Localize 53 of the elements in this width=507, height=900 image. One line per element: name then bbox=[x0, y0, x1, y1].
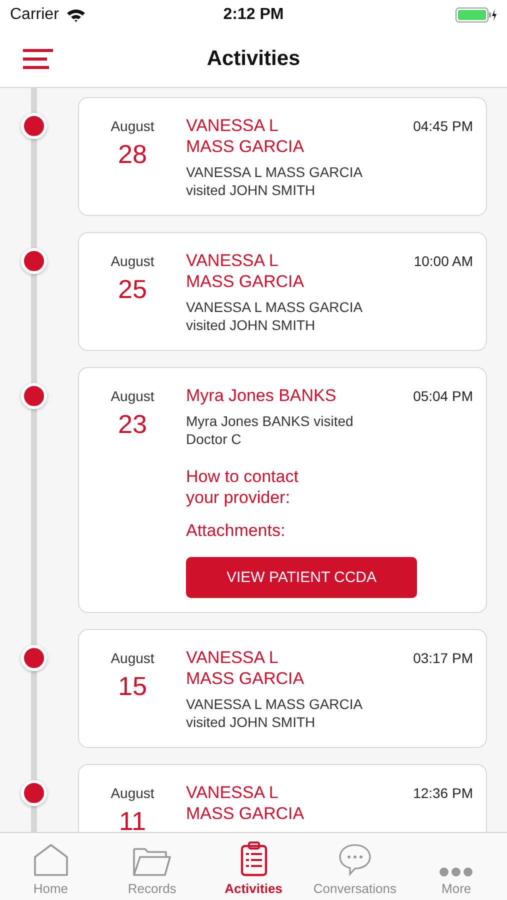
patient-name: VANESSA L MASS GARCIA bbox=[186, 782, 304, 824]
more-icon bbox=[439, 867, 474, 877]
date-day: 15 bbox=[118, 671, 147, 702]
timeline-dot bbox=[21, 780, 47, 806]
date-month: August bbox=[110, 650, 154, 666]
attachments-heading: Attachments: bbox=[186, 520, 286, 541]
chat-icon bbox=[338, 843, 372, 877]
tab-item[interactable]: Activities bbox=[202, 833, 304, 900]
patient-name: VANESSA L MASS GARCIA bbox=[186, 115, 304, 157]
date-day: 11 bbox=[119, 806, 146, 832]
folder-icon bbox=[132, 845, 172, 877]
patient-name: VANESSA L MASS GARCIA bbox=[186, 647, 304, 689]
view-ccda-button[interactable]: VIEW PATIENT CCDA bbox=[186, 557, 417, 598]
activity-card[interactable]: August 28 VANESSA L MASS GARCIA 04:45 PM VANESSA L MASS GARCIA visited JOHN SMITH bbox=[78, 97, 487, 216]
activity-card[interactable]: August 25 VANESSA L MASS GARCIA 10:00 AM VANESSA L MASS GARCIA visited JOHN SMITH bbox=[78, 232, 487, 351]
timeline-dot bbox=[21, 645, 47, 671]
patient-name: VANESSA L MASS GARCIA bbox=[186, 250, 304, 292]
carrier-name: Carrier bbox=[10, 6, 59, 24]
activity-time: 03:17 PM bbox=[413, 650, 473, 666]
clipboard-icon bbox=[240, 841, 268, 877]
activity-card[interactable]: August 23 Myra Jones BANKS 05:04 PM Myra Jones BANKS visited Doctor C How to contact your provider: Attachments: VIEW PATIENT CCDA bbox=[78, 367, 487, 613]
timeline-dot bbox=[21, 248, 47, 274]
date-month: August bbox=[110, 118, 154, 134]
activity-card[interactable]: August 11 VANESSA L MASS GARCIA 12:36 PM bbox=[78, 764, 487, 832]
timeline-dot bbox=[21, 383, 47, 409]
tab-item[interactable]: Records bbox=[101, 833, 203, 900]
battery-icon bbox=[455, 7, 497, 23]
contact-heading: How to contact your provider: bbox=[186, 466, 300, 508]
tab-item[interactable]: Home bbox=[0, 833, 102, 900]
timeline-dot bbox=[21, 113, 47, 139]
page-title: Activities bbox=[206, 46, 300, 70]
home-icon bbox=[32, 843, 69, 877]
date-day: 23 bbox=[118, 409, 147, 440]
activity-card[interactable]: August 15 VANESSA L MASS GARCIA 03:17 PM VANESSA L MASS GARCIA visited JOHN SMITH bbox=[78, 629, 487, 748]
tab-item[interactable]: Conversations bbox=[304, 833, 406, 900]
date-day: 25 bbox=[118, 274, 147, 305]
activity-time: 05:04 PM bbox=[413, 388, 473, 404]
activity-description: Myra Jones BANKS visited Doctor C bbox=[186, 412, 354, 448]
date-day: 28 bbox=[118, 139, 147, 170]
activity-description: VANESSA L MASS GARCIA visited JOHN SMITH bbox=[186, 298, 364, 334]
date-month: August bbox=[110, 388, 154, 404]
activity-time: 12:36 PM bbox=[413, 785, 473, 801]
date-month: August bbox=[110, 785, 154, 801]
menu-icon[interactable] bbox=[22, 46, 54, 70]
wifi-icon bbox=[66, 8, 86, 22]
date-month: August bbox=[110, 253, 154, 269]
activity-description: VANESSA L MASS GARCIA visited JOHN SMITH bbox=[186, 163, 364, 199]
status-time: 2:12 PM bbox=[223, 6, 284, 24]
activity-time: 04:45 PM bbox=[413, 118, 473, 134]
patient-name: Myra Jones BANKS bbox=[186, 385, 336, 406]
tab-item[interactable]: More bbox=[406, 833, 507, 900]
activity-description: VANESSA L MASS GARCIA visited JOHN SMITH bbox=[186, 695, 364, 731]
activity-time: 10:00 AM bbox=[414, 253, 473, 269]
